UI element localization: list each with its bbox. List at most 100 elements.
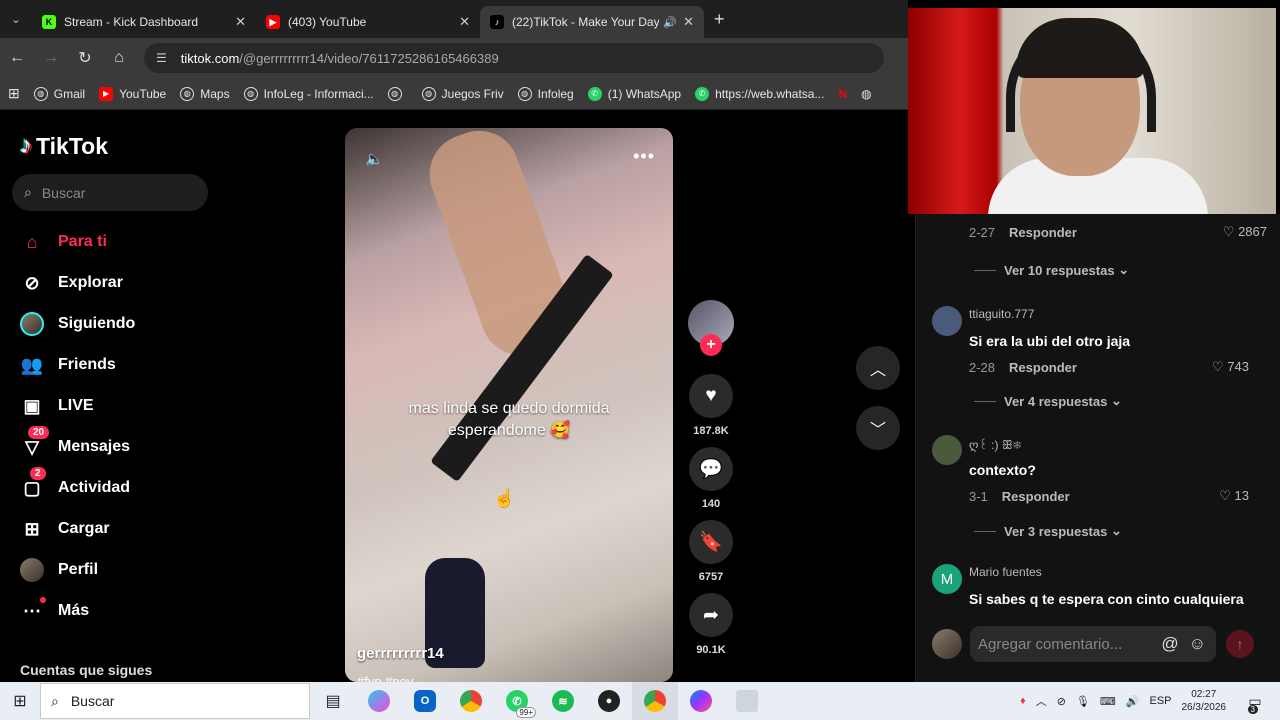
like-action[interactable]: ♥ 187.8K: [688, 374, 734, 437]
comment-avatar[interactable]: [932, 435, 962, 465]
bookmark-gmail[interactable]: ◍ Gmail: [33, 86, 85, 101]
chevron-up-icon[interactable]: ︿: [1036, 693, 1047, 709]
bookmark-globe-icon[interactable]: ◍: [861, 87, 871, 101]
sidebar-item-label: Perfil: [58, 561, 99, 578]
tiktok-logo[interactable]: ♪ TikTok: [20, 132, 108, 160]
app-tray-icon[interactable]: ♦: [1020, 695, 1026, 707]
chrome-profile-icon[interactable]: [632, 682, 678, 720]
forward-icon[interactable]: →: [34, 49, 68, 67]
reload-icon[interactable]: ↻: [68, 48, 102, 68]
video-hashtags[interactable]: #fyp #pov: [357, 674, 413, 682]
tiktok-favicon-icon: ♪: [490, 15, 504, 29]
obs-icon[interactable]: ●: [586, 682, 632, 720]
tab-youtube[interactable]: ▶ (403) YouTube ✕: [256, 6, 480, 38]
spotify-icon[interactable]: ≋: [540, 682, 586, 720]
bookmark-label: Juegos Friv: [441, 86, 504, 101]
bookmark-infoleg[interactable]: ◍ Infoleg: [517, 86, 574, 101]
heart-icon[interactable]: ♥: [689, 374, 733, 418]
close-tab-icon[interactable]: ✕: [683, 14, 694, 30]
comment-likes[interactable]: ♡ 2867: [1223, 224, 1267, 240]
bookmark-icon[interactable]: 🔖: [689, 520, 733, 564]
task-view-icon[interactable]: ▤: [310, 682, 356, 720]
video-username[interactable]: gerrrrrrrrr14: [357, 645, 444, 662]
bookmark-unnamed[interactable]: ◍: [387, 86, 408, 101]
notifications-icon[interactable]: ▭ 3: [1240, 693, 1270, 714]
site-info-icon[interactable]: ☰: [156, 51, 167, 65]
bookmark-juegos-friv[interactable]: ◍ Juegos Friv: [421, 86, 504, 101]
sidebar-item-live[interactable]: ▣ LIVE: [20, 394, 93, 418]
tab-tiktok[interactable]: ♪ (22)TikTok - Make Your Day 🔊 ✕: [480, 6, 704, 38]
comment-likes[interactable]: ♡ 743: [1212, 359, 1249, 375]
tab-kick[interactable]: K Stream - Kick Dashboard ✕: [32, 6, 256, 38]
chrome-icon[interactable]: [448, 682, 494, 720]
comment-username[interactable]: ღ꒰ :) ꕥ❄: [969, 436, 1021, 453]
bookmark-infoleg-informacion[interactable]: ◍ InfoLeg - Informaci...: [243, 86, 374, 101]
view-replies-button[interactable]: Ver 3 respuestas ⌄: [974, 523, 1280, 539]
previous-video-button[interactable]: ︿: [856, 346, 900, 390]
new-tab-icon[interactable]: +: [714, 9, 725, 30]
comment-input[interactable]: Agregar comentario... @ ☺: [970, 626, 1216, 662]
microphone-icon[interactable]: 🎙: [1076, 695, 1090, 708]
video-player[interactable]: 🔈 ••• mas linda se quedo dormida esperan…: [345, 128, 673, 682]
sidebar-item-friends[interactable]: 👥 Friends: [20, 353, 116, 377]
close-tab-icon[interactable]: ✕: [459, 14, 470, 30]
notification-dot: [40, 597, 46, 603]
copilot-icon[interactable]: [356, 682, 402, 720]
address-bar[interactable]: ☰ tiktok.com/@gerrrrrrrrr14/video/761172…: [144, 43, 884, 73]
sidebar-item-siguiendo[interactable]: Siguiendo: [20, 312, 135, 336]
sidebar-item-actividad[interactable]: ▢ 2 Actividad: [20, 467, 130, 500]
follow-plus-icon[interactable]: +: [700, 334, 722, 356]
speaker-icon[interactable]: 🔊: [663, 16, 677, 29]
save-action[interactable]: 🔖 6757: [688, 520, 734, 583]
emoji-icon[interactable]: ☺: [1189, 634, 1206, 654]
comment-action[interactable]: 💬 140: [688, 447, 734, 510]
language-indicator[interactable]: ESP: [1149, 695, 1171, 707]
send-comment-button[interactable]: ↑: [1226, 630, 1254, 658]
home-icon[interactable]: ⌂: [102, 49, 136, 67]
reply-button[interactable]: Responder: [1009, 225, 1077, 240]
comment-avatar[interactable]: [932, 306, 962, 336]
sidebar-item-mensajes[interactable]: ▽ 20 Mensajes: [20, 426, 130, 459]
sidebar-item-mas[interactable]: ⋯ Más: [20, 597, 89, 623]
reply-button[interactable]: Responder: [1002, 489, 1070, 504]
clock[interactable]: 02:27 26/3/2026: [1182, 688, 1227, 714]
app-icon[interactable]: [724, 682, 770, 720]
bookmark-web-whatsapp[interactable]: ✆ https://web.whatsa...: [695, 86, 824, 101]
share-action[interactable]: ➦ 90.1K: [688, 593, 734, 656]
whatsapp-icon[interactable]: ✆ 99+: [494, 682, 540, 720]
bookmark-youtube[interactable]: ▶ YouTube: [99, 86, 166, 101]
close-tab-icon[interactable]: ✕: [235, 14, 246, 30]
reply-button[interactable]: Responder: [1009, 360, 1077, 375]
mention-icon[interactable]: @: [1161, 634, 1178, 654]
speaker-icon[interactable]: 🔊: [1126, 695, 1140, 708]
comment-avatar[interactable]: M: [932, 564, 962, 594]
volume-icon[interactable]: 🔈: [365, 150, 384, 168]
share-icon[interactable]: ➦: [689, 593, 733, 637]
apps-grid-icon[interactable]: ⊞: [8, 85, 20, 102]
view-replies-button[interactable]: Ver 10 respuestas ⌄: [974, 262, 1280, 278]
keyboard-icon[interactable]: ⌨: [1100, 695, 1116, 708]
sidebar-item-perfil[interactable]: Perfil: [20, 558, 98, 582]
comment-icon[interactable]: 💬: [689, 447, 733, 491]
next-video-button[interactable]: ﹀: [856, 406, 900, 450]
taskbar-search[interactable]: ⌕ Buscar: [40, 683, 310, 719]
windows-start-icon[interactable]: ⊞: [0, 691, 40, 711]
sidebar-item-explorar[interactable]: ⊘ Explorar: [20, 271, 122, 295]
view-replies-button[interactable]: Ver 4 respuestas ⌄: [974, 393, 1280, 409]
creator-avatar[interactable]: +: [688, 300, 734, 356]
sidebar-item-para-ti[interactable]: ⌂ Para ti: [20, 230, 107, 254]
comment-username[interactable]: ttiaguito.777: [969, 307, 1034, 321]
tab-search-chevron-icon[interactable]: ⌄: [0, 0, 32, 38]
bookmark-whatsapp[interactable]: ✆ (1) WhatsApp: [587, 86, 681, 101]
sidebar-item-cargar[interactable]: ⊞ Cargar: [20, 517, 109, 541]
network-icon[interactable]: ⊘: [1057, 695, 1066, 708]
bookmark-maps[interactable]: ◍ Maps: [180, 86, 230, 101]
comment-likes[interactable]: ♡ 13: [1219, 488, 1249, 504]
comment-username[interactable]: Mario fuentes: [969, 565, 1042, 579]
search-input[interactable]: ⌕ Buscar: [12, 174, 208, 211]
messenger-icon[interactable]: [678, 682, 724, 720]
bookmark-netflix-icon[interactable]: N: [838, 87, 847, 101]
more-options-icon[interactable]: •••: [633, 146, 655, 167]
outlook-icon[interactable]: O: [402, 682, 448, 720]
back-icon[interactable]: ←: [0, 49, 34, 67]
